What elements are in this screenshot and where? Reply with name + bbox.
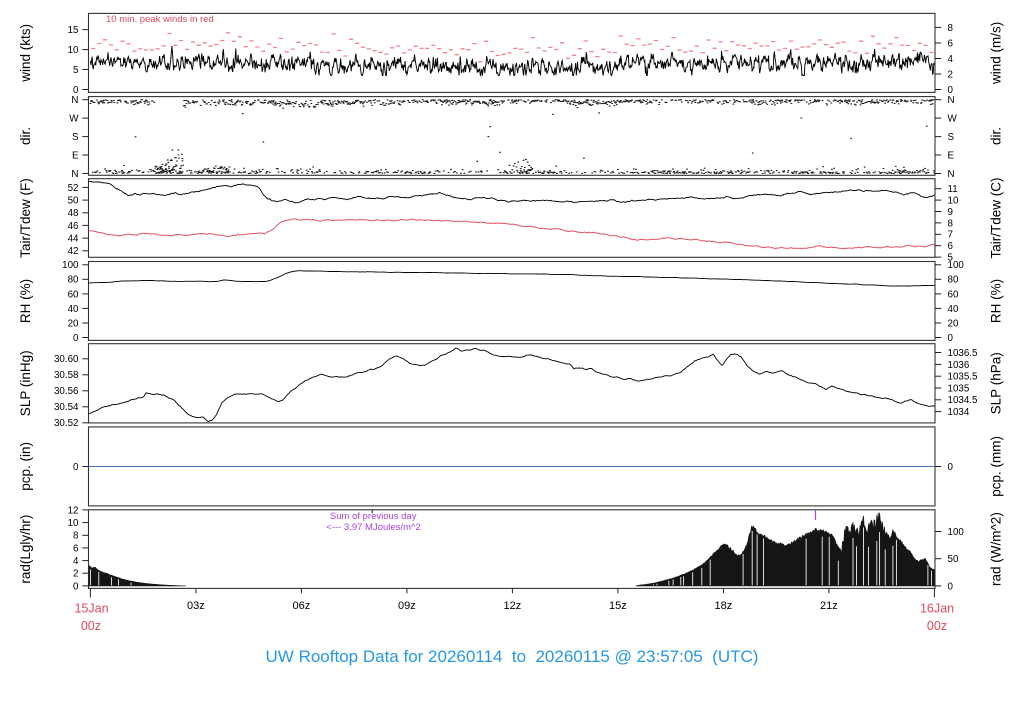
- svg-text:pcp. (mm): pcp. (mm): [989, 436, 1004, 497]
- svg-text:11: 11: [948, 184, 958, 195]
- svg-text:0: 0: [73, 333, 79, 344]
- svg-text:0: 0: [73, 462, 79, 473]
- svg-text:0: 0: [948, 581, 954, 592]
- svg-text:50: 50: [68, 196, 79, 207]
- svg-text:Tair/Tdew (F): Tair/Tdew (F): [18, 178, 33, 258]
- svg-text:30.56: 30.56: [54, 386, 79, 397]
- svg-text:12: 12: [68, 505, 79, 516]
- svg-text:48: 48: [68, 208, 79, 219]
- svg-text:dir.: dir.: [989, 127, 1004, 145]
- svg-text:46: 46: [68, 221, 79, 232]
- svg-text:wind (m/s): wind (m/s): [989, 22, 1004, 85]
- svg-text:5: 5: [73, 65, 79, 76]
- svg-text:N: N: [71, 95, 78, 106]
- svg-text:4: 4: [73, 556, 79, 567]
- svg-text:30.58: 30.58: [54, 370, 79, 381]
- svg-text:40: 40: [68, 304, 79, 315]
- svg-text:10: 10: [68, 518, 79, 529]
- svg-text:8: 8: [948, 23, 954, 34]
- svg-text:6: 6: [73, 543, 79, 554]
- svg-text:15Jan: 15Jan: [74, 602, 108, 616]
- svg-text:N: N: [948, 169, 955, 180]
- svg-text:100: 100: [948, 527, 965, 538]
- svg-text:50: 50: [948, 554, 959, 565]
- svg-text:pcp. (in): pcp. (in): [18, 442, 33, 491]
- svg-text:8: 8: [948, 218, 954, 229]
- svg-text:S: S: [948, 132, 955, 143]
- svg-text:15z: 15z: [609, 600, 627, 612]
- svg-text:Tair/Tdew (C): Tair/Tdew (C): [989, 177, 1004, 258]
- svg-text:1034.5: 1034.5: [948, 395, 979, 406]
- svg-text:1035: 1035: [948, 383, 970, 394]
- svg-text:52: 52: [68, 183, 79, 194]
- svg-text:N: N: [71, 169, 78, 180]
- svg-text:E: E: [72, 150, 79, 161]
- svg-text:2: 2: [948, 69, 953, 80]
- svg-text:<--- 3.97 MJoules/m^2: <--- 3.97 MJoules/m^2: [326, 522, 420, 533]
- svg-text:9: 9: [948, 207, 953, 218]
- svg-text:1035.5: 1035.5: [948, 372, 979, 383]
- svg-text:Sum of previous day: Sum of previous day: [330, 511, 417, 522]
- svg-text:0: 0: [948, 333, 954, 344]
- svg-text:UW Rooftop Data for 20260114: UW Rooftop Data for 20260114 to 20260115…: [266, 647, 759, 666]
- svg-text:SLP (inHg): SLP (inHg): [18, 350, 33, 416]
- svg-text:15: 15: [68, 25, 79, 36]
- svg-text:RH (%): RH (%): [18, 279, 33, 323]
- svg-text:0: 0: [948, 462, 954, 473]
- svg-text:80: 80: [68, 275, 79, 286]
- svg-text:100: 100: [948, 260, 965, 271]
- svg-text:S: S: [72, 132, 79, 143]
- svg-text:100: 100: [62, 260, 79, 271]
- svg-text:E: E: [948, 150, 955, 161]
- svg-text:N: N: [948, 95, 955, 106]
- svg-text:30.52: 30.52: [54, 418, 79, 429]
- svg-text:60: 60: [68, 289, 79, 300]
- svg-text:20: 20: [948, 318, 959, 329]
- svg-text:0: 0: [73, 581, 79, 592]
- svg-text:wind (kts): wind (kts): [18, 24, 33, 83]
- svg-text:00z: 00z: [927, 619, 947, 633]
- svg-text:6: 6: [948, 38, 954, 49]
- svg-text:rad(Lgly/hr): rad(Lgly/hr): [18, 515, 33, 584]
- svg-text:rad (W/m^2): rad (W/m^2): [989, 512, 1004, 586]
- svg-text:7: 7: [948, 230, 953, 241]
- svg-text:18z: 18z: [715, 600, 733, 612]
- svg-text:SLP (hPa): SLP (hPa): [989, 352, 1004, 414]
- svg-text:1036.5: 1036.5: [948, 348, 979, 359]
- svg-text:60: 60: [948, 289, 959, 300]
- svg-text:4: 4: [948, 54, 954, 65]
- svg-text:30.60: 30.60: [54, 354, 79, 365]
- svg-text:09z: 09z: [398, 600, 416, 612]
- svg-text:RH (%): RH (%): [989, 279, 1004, 323]
- svg-text:8: 8: [73, 531, 79, 542]
- svg-text:03z: 03z: [187, 600, 205, 612]
- svg-text:12z: 12z: [504, 600, 522, 612]
- svg-text:42: 42: [68, 246, 79, 257]
- svg-text:10: 10: [68, 45, 79, 56]
- svg-text:1036: 1036: [948, 360, 970, 371]
- svg-text:06z: 06z: [293, 600, 311, 612]
- svg-text:80: 80: [948, 275, 959, 286]
- svg-text:10: 10: [948, 196, 959, 207]
- svg-text:30.54: 30.54: [54, 402, 79, 413]
- svg-text:6: 6: [948, 241, 954, 252]
- svg-text:dir.: dir.: [18, 127, 33, 145]
- svg-text:16Jan: 16Jan: [920, 602, 954, 616]
- svg-text:2: 2: [73, 569, 78, 580]
- svg-text:44: 44: [68, 234, 79, 245]
- svg-text:W: W: [69, 114, 79, 125]
- svg-text:1034: 1034: [948, 407, 970, 418]
- svg-text:00z: 00z: [81, 619, 101, 633]
- svg-text:W: W: [948, 114, 958, 125]
- svg-text:10 min. peak winds in red: 10 min. peak winds in red: [106, 14, 214, 25]
- svg-text:20: 20: [68, 318, 79, 329]
- svg-text:40: 40: [948, 304, 959, 315]
- svg-text:21z: 21z: [820, 600, 838, 612]
